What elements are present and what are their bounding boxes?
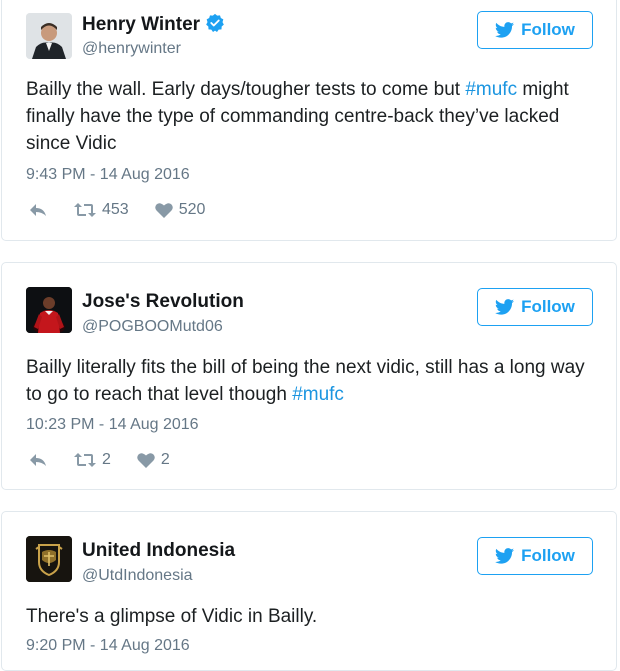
club-crest-icon bbox=[26, 536, 72, 582]
retweet-count: 453 bbox=[102, 201, 129, 218]
person-in-suit-icon bbox=[26, 13, 72, 59]
follow-label: Follow bbox=[521, 20, 575, 39]
follow-button[interactable]: Follow bbox=[477, 537, 593, 575]
avatar[interactable] bbox=[26, 13, 72, 59]
timestamp[interactable]: 9:43 PM - 14 Aug 2016 bbox=[26, 166, 190, 184]
tweet-card: Jose's Revolution @POGBOOMutd06 Follow B… bbox=[1, 262, 617, 490]
tweet-text: There's a glimpse of Vidic in Bailly. bbox=[26, 603, 592, 630]
follow-button[interactable]: Follow bbox=[477, 288, 593, 326]
tweet-text: Bailly literally fits the bill of being … bbox=[26, 354, 592, 408]
reply-icon bbox=[30, 204, 46, 216]
tweet-text-part: There's a glimpse of Vidic in Bailly. bbox=[26, 606, 318, 627]
tweet-text: Bailly the wall. Early days/tougher test… bbox=[26, 76, 592, 157]
red-footballer-icon bbox=[26, 287, 72, 333]
avatar[interactable] bbox=[26, 287, 72, 333]
like-count: 2 bbox=[160, 451, 170, 468]
tweet-card: Henry Winter @henrywinter Follow Bailly … bbox=[1, 0, 617, 241]
avatar[interactable] bbox=[26, 536, 72, 582]
display-name[interactable]: Henry Winter bbox=[82, 13, 225, 36]
timestamp[interactable]: 9:20 PM - 14 Aug 2016 bbox=[26, 637, 190, 655]
reply-button[interactable] bbox=[28, 452, 48, 468]
twitter-bird-icon bbox=[495, 299, 515, 315]
retweet-icon bbox=[74, 453, 96, 467]
like-count: 520 bbox=[178, 201, 206, 218]
retweet-button[interactable]: 453 bbox=[74, 201, 129, 219]
like-button[interactable]: 2 bbox=[137, 451, 170, 469]
twitter-bird-icon bbox=[495, 22, 515, 38]
hashtag-link[interactable]: #mufc bbox=[292, 384, 344, 405]
retweet-button[interactable]: 2 bbox=[74, 451, 111, 469]
user-handle[interactable]: @POGBOOMutd06 bbox=[82, 318, 223, 336]
user-handle[interactable]: @henrywinter bbox=[82, 40, 181, 58]
verified-badge-icon bbox=[206, 13, 224, 33]
heart-icon bbox=[154, 203, 173, 218]
reply-button[interactable] bbox=[28, 202, 48, 218]
follow-label: Follow bbox=[521, 297, 575, 316]
display-name[interactable]: Jose's Revolution bbox=[82, 291, 244, 313]
follow-label: Follow bbox=[521, 546, 575, 565]
tweet-card: United Indonesia @UtdIndonesia Follow Th… bbox=[1, 511, 617, 671]
tweet-text-part: Bailly the wall. Early days/tougher test… bbox=[26, 79, 466, 100]
hashtag-link[interactable]: #mufc bbox=[465, 79, 517, 100]
reply-icon bbox=[30, 454, 46, 466]
retweet-count: 2 bbox=[102, 451, 111, 468]
tweet-actions: 2 2 bbox=[28, 451, 196, 469]
retweet-icon bbox=[74, 203, 96, 217]
heart-icon bbox=[137, 453, 155, 468]
user-handle[interactable]: @UtdIndonesia bbox=[82, 567, 193, 585]
tweet-actions: 453 520 bbox=[28, 201, 231, 219]
display-name[interactable]: United Indonesia bbox=[82, 540, 235, 562]
timestamp[interactable]: 10:23 PM - 14 Aug 2016 bbox=[26, 416, 199, 434]
twitter-bird-icon bbox=[495, 548, 515, 564]
like-button[interactable]: 520 bbox=[154, 201, 206, 219]
follow-button[interactable]: Follow bbox=[477, 11, 593, 49]
